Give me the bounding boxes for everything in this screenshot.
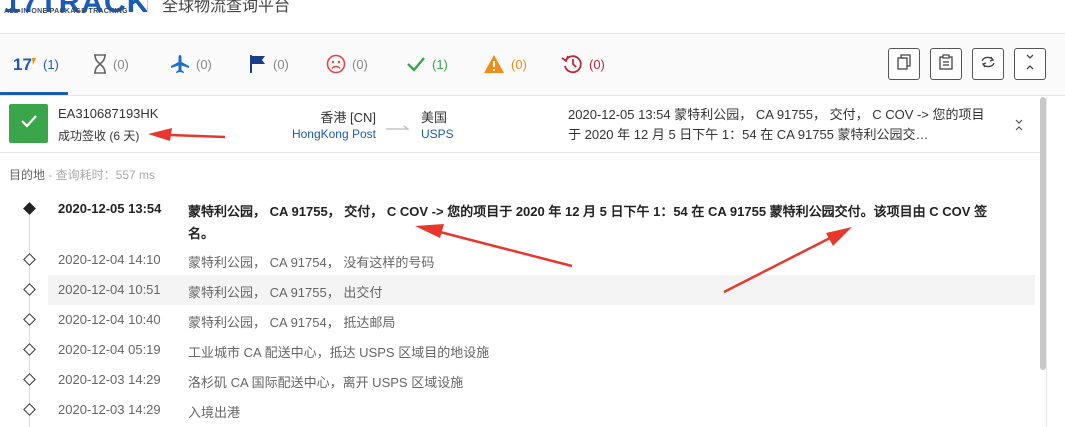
warning-icon xyxy=(483,54,505,74)
route-arrow-icon xyxy=(386,119,410,137)
tab-count: (0) xyxy=(113,56,129,72)
origin-carrier-link[interactable]: HongKong Post xyxy=(280,127,376,141)
expand-toggle[interactable] xyxy=(1012,115,1026,135)
sad-face-icon xyxy=(326,54,346,74)
tab-alert[interactable]: (0) xyxy=(483,50,527,78)
event-description: 蒙特利公园， CA 91755， 出交付 xyxy=(188,285,383,300)
event-description: 蒙特利公园， CA 91754， 抵达邮局 xyxy=(188,315,396,330)
event-time: 2020-12-04 10:51 xyxy=(58,282,161,297)
tab-pending[interactable]: (0) xyxy=(93,50,129,78)
tab-undelivered[interactable]: (0) xyxy=(326,50,368,78)
tab-all[interactable]: 17 (1) xyxy=(13,50,59,78)
tab-count: (0) xyxy=(273,56,289,72)
history-icon xyxy=(561,54,583,74)
copy-button[interactable] xyxy=(888,48,920,80)
airplane-icon xyxy=(170,54,190,74)
checkmark-icon xyxy=(406,55,426,73)
refresh-icon xyxy=(980,55,996,74)
delivery-status: 成功签收 (6 天) xyxy=(58,129,140,143)
header-divider xyxy=(147,0,148,12)
tab-count: (1) xyxy=(432,56,448,72)
event-time: 2020-12-04 10:40 xyxy=(58,312,161,327)
tab-delivered[interactable]: (1) xyxy=(406,50,448,78)
timeline-event: 2020-12-05 13:54 蒙特利公园， CA 91755， 交付， C … xyxy=(0,196,1038,246)
delivered-status-badge xyxy=(9,104,48,143)
tab-count: (1) xyxy=(43,56,59,72)
event-marker-icon xyxy=(23,202,36,215)
timeline-event: 2020-12-04 05:19 工业城市 CA 配送中心，抵达 USPS 区域… xyxy=(0,335,1038,365)
destination-section-label: 目的地 - 查询耗时：557 ms xyxy=(9,166,155,183)
event-marker-icon xyxy=(23,313,36,326)
event-marker-icon xyxy=(23,343,36,356)
shipment-summary-row[interactable]: EA310687193HK 成功签收 (6 天) 香港 [CN] HongKon… xyxy=(0,97,1045,153)
timeline-event: 2020-12-03 14:29 洛杉矶 CA 国际配送中心，离开 USPS 区… xyxy=(0,365,1038,395)
query-time: - 查询耗时：557 ms xyxy=(45,168,156,182)
event-description: 蒙特利公园， CA 91755， 交付， C COV -> 您的项目于 2020… xyxy=(188,204,988,219)
tab-count: (0) xyxy=(589,56,605,72)
event-time: 2020-12-03 14:29 xyxy=(58,402,161,417)
paste-icon xyxy=(939,53,953,75)
section-title: 目的地 xyxy=(9,168,46,182)
tab-expired[interactable]: (0) xyxy=(561,50,605,78)
destination-country: 美国 xyxy=(421,110,448,125)
page-title: 全球物流查询平台 xyxy=(162,0,291,15)
collapse-all-button[interactable] xyxy=(1014,48,1046,80)
collapse-icon xyxy=(1024,54,1036,75)
event-marker-icon xyxy=(23,373,36,386)
destination-carrier-link[interactable]: USPS xyxy=(421,127,454,141)
refresh-button[interactable] xyxy=(972,48,1004,80)
active-tab-indicator xyxy=(0,92,68,95)
timeline-event: 2020-12-03 14:29 入境出港 xyxy=(0,395,1038,425)
tab-count: (0) xyxy=(511,56,527,72)
event-marker-icon xyxy=(23,403,36,416)
event-marker-icon xyxy=(23,283,36,296)
event-description: 工业城市 CA 配送中心，抵达 USPS 区域目的地设施 xyxy=(188,345,490,360)
scrollbar-thumb[interactable] xyxy=(1040,97,1046,370)
timeline-event: 2020-12-04 10:51 蒙特利公园， CA 91755， 出交付 xyxy=(0,275,1038,305)
event-description-continued: 名。 xyxy=(188,226,215,241)
timeline-event: 2020-12-04 10:40 蒙特利公园， CA 91754， 抵达邮局 xyxy=(0,305,1038,335)
event-description: 蒙特利公园， CA 91754， 没有这样的号码 xyxy=(188,255,435,270)
logo-tagline: ALL-IN-ONE PACKAGE TRACKING xyxy=(4,8,128,15)
tracking-number[interactable]: EA310687193HK xyxy=(58,106,158,121)
origin-country: 香港 [CN] xyxy=(320,110,376,125)
app-header: 17TRACK ALL-IN-ONE PACKAGE TRACKING 全球物流… xyxy=(0,0,1065,34)
event-description: 洛杉矶 CA 国际配送中心，离开 USPS 区域设施 xyxy=(188,375,464,390)
17track-logo-icon: 17 xyxy=(13,55,37,73)
scroll-track xyxy=(1046,97,1047,427)
checkmark-icon xyxy=(20,114,38,133)
tab-pickup[interactable]: (0) xyxy=(249,50,289,78)
tab-in-transit[interactable]: (0) xyxy=(170,50,212,78)
hourglass-icon xyxy=(93,54,107,74)
event-time: 2020-12-03 14:29 xyxy=(58,372,161,387)
event-marker-icon xyxy=(23,253,36,266)
filter-toolbar: 17 (1) (0) (0) (0) (0) (1) (0) (0) xyxy=(0,34,1065,96)
latest-event-summary: 2020-12-05 13:54 蒙特利公园， CA 91755， 交付， C … xyxy=(568,107,985,142)
tab-count: (0) xyxy=(352,56,368,72)
timeline-event: 2020-12-04 14:10 蒙特利公园， CA 91754， 没有这样的号… xyxy=(0,245,1038,275)
collapse-icon xyxy=(1012,119,1026,139)
paste-button[interactable] xyxy=(930,48,962,80)
flag-icon xyxy=(249,54,267,74)
copy-icon xyxy=(897,53,911,75)
svg-text:17: 17 xyxy=(13,55,32,73)
tab-count: (0) xyxy=(196,56,212,72)
event-time: 2020-12-04 05:19 xyxy=(58,342,161,357)
event-time: 2020-12-05 13:54 xyxy=(58,201,162,216)
event-time: 2020-12-04 14:10 xyxy=(58,252,161,267)
event-description: 入境出港 xyxy=(188,405,241,420)
